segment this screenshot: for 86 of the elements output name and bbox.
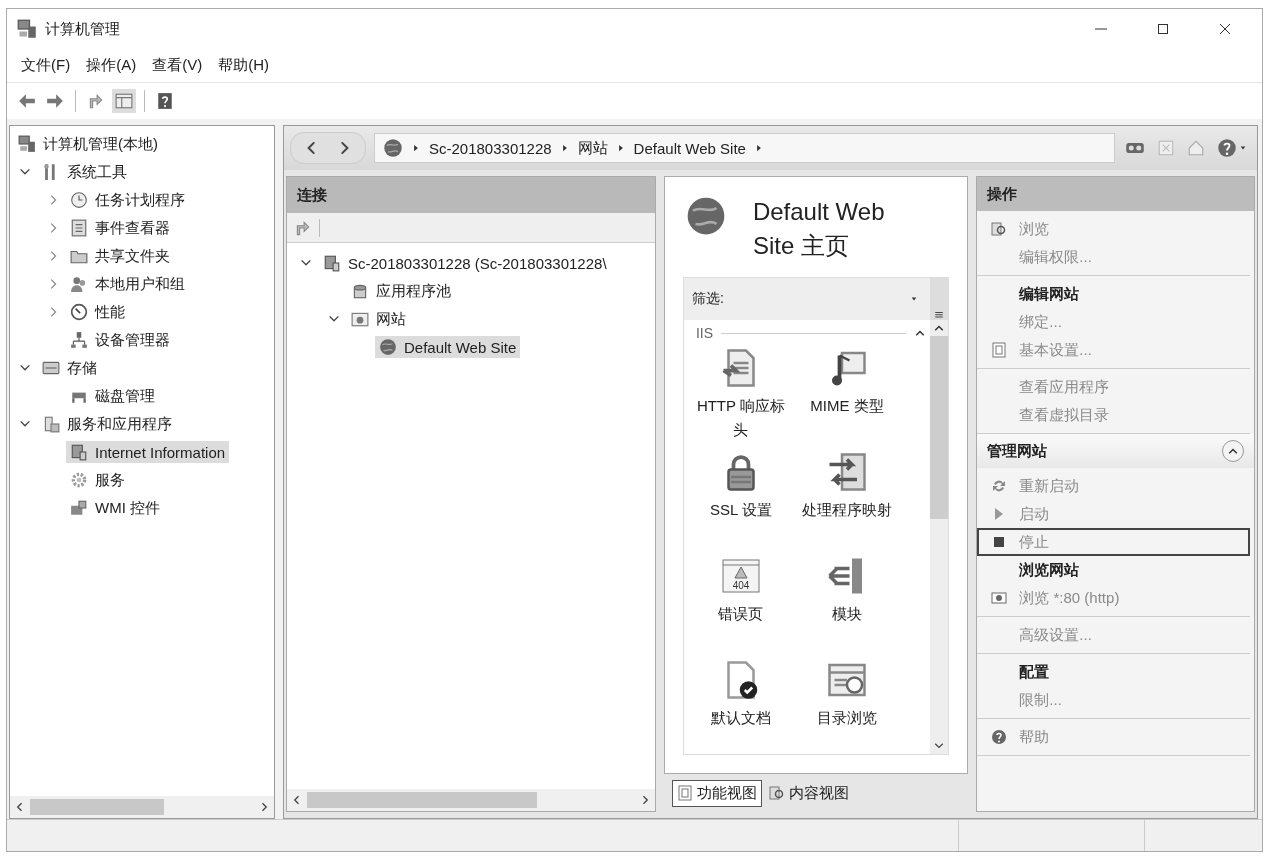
help-icon: [156, 92, 174, 110]
app-pool-icon: [351, 282, 369, 300]
feature-label[interactable]: HTTP 响应标头: [690, 394, 791, 442]
breadcrumb-link[interactable]: Sc-201803301228: [429, 139, 552, 157]
tree-item[interactable]: 任务计划程序: [66, 188, 189, 212]
view-tab[interactable]: 功能视图: [671, 779, 762, 807]
tree-item[interactable]: 磁盘管理: [66, 384, 159, 408]
services-icon: [42, 415, 60, 433]
feature-label[interactable]: SSL 设置: [690, 498, 791, 522]
server-icon: [323, 254, 341, 272]
users-icon: [70, 275, 88, 293]
menu-item[interactable]: 查看(V): [144, 52, 211, 79]
collapse-button[interactable]: [1222, 440, 1244, 462]
feature-label[interactable]: 处理程序映射: [796, 498, 897, 522]
computer-icon: [18, 135, 36, 153]
feature-label[interactable]: 模块: [796, 602, 897, 626]
tree-item[interactable]: 系统工具: [38, 160, 131, 184]
globe-icon: [383, 138, 403, 158]
device-icon: [70, 331, 88, 349]
feature-label[interactable]: 目录浏览: [796, 706, 897, 730]
tree-item[interactable]: 本地用户和组: [66, 272, 189, 296]
menu-item[interactable]: 帮助(H): [210, 52, 277, 79]
pane-title: 操作: [977, 177, 1254, 211]
globe-icon: [379, 338, 397, 356]
stop-icon: [1157, 139, 1175, 157]
pane-title: 连接: [287, 177, 655, 213]
tree-item[interactable]: Default Web Site: [375, 336, 521, 358]
sites-icon: [351, 310, 369, 328]
breadcrumb-link[interactable]: Default Web Site: [633, 139, 746, 157]
storage-icon: [42, 359, 60, 377]
settings-icon: [991, 342, 1008, 358]
help-icon: [1217, 138, 1237, 158]
console-tree-icon: [115, 92, 133, 110]
browse-icon: [991, 221, 1008, 237]
tree-item[interactable]: 计算机管理(本地): [14, 132, 162, 156]
scrollbar-thumb[interactable]: [30, 799, 165, 815]
tree-item[interactable]: 设备管理器: [66, 328, 174, 352]
tree-item[interactable]: 网站: [347, 307, 410, 331]
tree-item[interactable]: 共享文件夹: [66, 244, 174, 268]
scrollbar-thumb[interactable]: [307, 792, 537, 808]
view-tab[interactable]: 内容视图: [763, 779, 854, 807]
error-page-icon: 404: [720, 556, 761, 596]
server-icon: [70, 443, 88, 461]
wmi-icon: [70, 499, 88, 517]
console-tree-button[interactable]: [112, 89, 136, 113]
section-header: 配置: [1019, 662, 1050, 682]
group-title: 管理网站: [987, 441, 1048, 461]
minimize-icon: [1095, 28, 1107, 30]
feature-label[interactable]: MIME 类型: [796, 394, 897, 418]
tree-item[interactable]: 服务: [66, 468, 129, 492]
home-icon: [1187, 139, 1205, 157]
tree-item[interactable]: 服务和应用程序: [38, 412, 176, 436]
tree-item[interactable]: 性能: [66, 300, 129, 324]
feature-label[interactable]: 默认文档: [690, 706, 791, 730]
forward-icon: [46, 92, 64, 110]
browse-site-icon: [991, 590, 1008, 606]
feature-label[interactable]: 错误页: [690, 602, 791, 626]
gauge-icon: [70, 303, 88, 321]
up-icon: [294, 218, 312, 237]
maximize-icon: [1155, 21, 1171, 37]
app-icon: [17, 19, 37, 39]
section-header: 浏览网站: [1019, 560, 1080, 580]
tree-item[interactable]: Sc-201803301228 (Sc-201803301228\: [319, 252, 611, 274]
breadcrumb-link[interactable]: 网站: [577, 138, 608, 158]
tree-item[interactable]: WMI 控件: [66, 496, 164, 520]
clock-icon: [70, 191, 88, 209]
scrollbar-thumb[interactable]: [930, 336, 949, 519]
content-view-icon: [768, 785, 785, 801]
address-bar[interactable]: Sc-201803301228 网站 Default Web Site: [374, 133, 1115, 163]
tree-item[interactable]: 存储: [38, 356, 101, 380]
help-icon: [991, 729, 1008, 745]
back-icon: [18, 92, 36, 110]
group-header: IIS: [695, 325, 714, 341]
close-icon: [1217, 21, 1233, 37]
page-title: Default Web Site 主页: [752, 197, 886, 261]
restart-icon: [991, 478, 1008, 494]
features-view-icon: [676, 785, 693, 801]
tree-item[interactable]: 事件查看器: [66, 216, 174, 240]
menu-item[interactable]: 文件(F): [13, 52, 79, 79]
filter-label: 筛选:: [691, 290, 724, 308]
log-icon: [70, 219, 88, 237]
tree-item[interactable]: Internet Information: [66, 441, 230, 463]
tree-item[interactable]: 应用程序池: [347, 279, 455, 303]
window-title: 计算机管理: [45, 19, 120, 39]
menu-item[interactable]: 操作(A): [78, 52, 145, 79]
section-header: 编辑网站: [1019, 284, 1080, 304]
